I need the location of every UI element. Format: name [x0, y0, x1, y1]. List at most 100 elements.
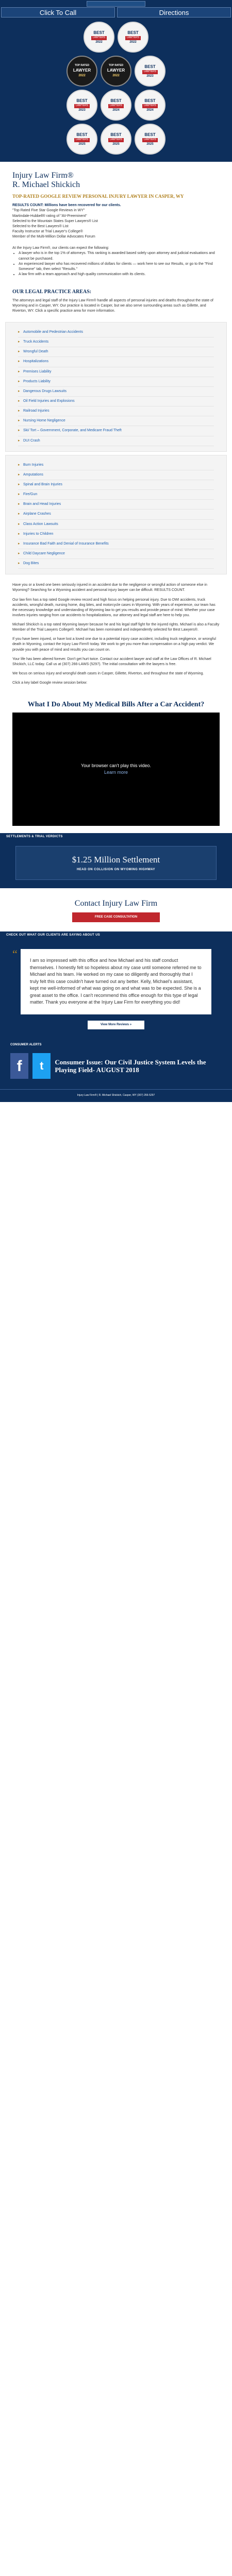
- credential-item: "Top Rated Five Star Google Reviews in W…: [12, 209, 85, 213]
- credential-item: Selected to the Best Lawyers® List: [12, 224, 69, 228]
- results-line: RESULTS COUNT: Millions have been recove…: [12, 204, 121, 208]
- practice-heading: OUR LEGAL PRACTICE AREAS:: [12, 289, 92, 295]
- practice-area-link[interactable]: Injuries to Children: [18, 530, 214, 539]
- about-paragraph: Your life has been altered forever. Don'…: [12, 657, 211, 666]
- hero-subhead: TOP-RATED GOOGLE REVIEW PERSONAL INJURY …: [12, 194, 184, 199]
- practice-area-link[interactable]: Hospitalizations: [18, 357, 214, 367]
- award-badge: BEST LAWYERS 2023: [67, 90, 97, 121]
- practice-area-link[interactable]: Dangerous Drugs Lawsuits: [18, 387, 214, 397]
- practice-section: OUR LEGAL PRACTICE AREAS: The attorneys …: [0, 280, 232, 319]
- credential-item: Member of the Multi-Million Dollar Advoc…: [12, 235, 95, 239]
- practice-area-link[interactable]: Railroad Injuries: [18, 406, 214, 417]
- badge-ribbon-text: LAWYERS: [142, 70, 158, 74]
- expect-intro: At the Injury Law Firm®, our clients can…: [12, 246, 109, 250]
- quote-icon: “: [12, 947, 18, 961]
- about-paragraph: Click a key label Google review session …: [12, 681, 88, 685]
- hero-section: Injury Law Firm® R. Michael Shickich TOP…: [0, 162, 232, 280]
- badge-main-text: LAWYER: [73, 68, 91, 73]
- badge-year: 2022: [112, 74, 120, 78]
- about-paragraph: Michael Shickich is a top rated Wyoming …: [12, 623, 220, 632]
- badge-main-text: BEST: [144, 64, 156, 69]
- award-badge: BEST LAWYERS 2023: [135, 56, 165, 87]
- twitter-icon[interactable]: t: [32, 1053, 51, 1079]
- badge-ribbon-text: LAWYERS: [142, 104, 158, 108]
- practice-body: The attorneys and legal staff of the Inj…: [12, 298, 213, 313]
- badge-main-text: BEST: [110, 98, 122, 103]
- badge-year: 2022: [78, 74, 86, 78]
- practice-area-link[interactable]: Brain and Head Injuries: [18, 500, 214, 510]
- practice-area-link[interactable]: Nursing Home Negligence: [18, 416, 214, 427]
- badge-ribbon-text: LAWYERS: [108, 138, 124, 142]
- consumer-alert-title[interactable]: Consumer Issue: Our Civil Justice System…: [55, 1058, 222, 1074]
- practice-area-link[interactable]: Oil Field Injuries and Explosions: [18, 397, 214, 407]
- learn-more-link[interactable]: Learn more: [81, 769, 151, 776]
- facebook-icon[interactable]: f: [10, 1053, 29, 1079]
- badge-main-text: BEST: [76, 98, 88, 103]
- award-badge: BEST LAWYERS 2025: [101, 124, 131, 155]
- credentials-list: "Top Rated Five Star Google Reviews in W…: [12, 208, 220, 240]
- badge-ribbon-text: LAWYERS: [125, 36, 141, 40]
- video-title: What I Do About My Medical Bills After a…: [27, 701, 205, 709]
- practice-area-link[interactable]: Spinal and Brain Injuries: [18, 480, 214, 490]
- badge-year: 2025: [112, 142, 120, 146]
- attorney-name: R. Michael Shickich: [12, 180, 80, 189]
- badge-year: 2024: [146, 108, 154, 112]
- practice-area-link[interactable]: Airplane Crashes: [18, 510, 214, 520]
- about-section: Have you or a loved one been seriously i…: [0, 578, 232, 695]
- award-badge: BEST LAWYERS 2024: [135, 90, 165, 121]
- video-player[interactable]: Your browser can't play this video. Lear…: [12, 712, 220, 826]
- practice-area-link[interactable]: DUI Crash: [18, 436, 214, 446]
- badge-main-text: BEST: [127, 30, 139, 35]
- practice-area-link[interactable]: Burn Injuries: [18, 461, 214, 470]
- practice-area-link[interactable]: Premises Liability: [18, 367, 214, 377]
- badge-year: 2024: [112, 108, 120, 112]
- about-paragraph: Our law firm has a top rated Google revi…: [12, 598, 216, 617]
- award-badge: BEST LAWYERS 2022: [118, 22, 148, 53]
- badge-top-text: TOP RATED: [108, 64, 124, 67]
- firm-name: Injury Law Firm®: [12, 171, 74, 180]
- about-paragraph: We focus on serious injury and wrongful …: [12, 672, 204, 676]
- badge-ribbon-text: LAWYERS: [91, 36, 107, 40]
- practice-area-link[interactable]: Ski/ Tort – Government, Corporate, and M…: [18, 426, 214, 436]
- top-bar: Click To Call Directions: [0, 0, 232, 19]
- badge-year: 2022: [129, 40, 137, 44]
- award-badge: BEST LAWYERS 2024: [101, 90, 131, 121]
- badge-main-text: BEST: [144, 98, 156, 103]
- practice-area-link[interactable]: Amputations: [18, 470, 214, 480]
- badge-top-text: TOP RATED: [74, 64, 90, 67]
- expect-item: A law firm with a team approach and high…: [19, 272, 220, 277]
- practice-area-link[interactable]: Truck Accidents: [18, 337, 214, 348]
- award-badge: TOP RATED LAWYER 2022: [67, 56, 97, 87]
- badge-main-text: LAWYER: [107, 68, 125, 73]
- reviews-section: “ I am so impressed with this office and…: [0, 939, 232, 1040]
- practice-area-link[interactable]: Class Action Lawsuits: [18, 520, 214, 530]
- settlement-card[interactable]: $1.25 Million Settlement HEAD ON COLLISI…: [15, 845, 217, 880]
- badge-ribbon-text: LAWYERS: [74, 104, 90, 108]
- badge-year: 2025: [146, 142, 154, 146]
- consumer-alerts: CONSUMER ALERTS f t Consumer Issue: Our …: [0, 1039, 232, 1090]
- badge-year: 2023: [146, 74, 154, 78]
- review-card: I am so impressed with this office and h…: [21, 949, 211, 1014]
- directions-button[interactable]: Directions: [117, 7, 231, 18]
- credential-item: Faculty Instructor at Trial Lawyer's Col…: [12, 229, 83, 233]
- practice-area-link[interactable]: Wrongful Death: [18, 347, 214, 358]
- award-badge: BEST LAWYERS 2025: [67, 124, 97, 155]
- practice-area-link[interactable]: Child Daycare Negligence: [18, 549, 214, 560]
- free-consultation-button[interactable]: FREE CASE CONSULTATION: [72, 912, 160, 922]
- practice-area-link[interactable]: Dog Bites: [18, 559, 214, 569]
- contact-title: Contact Injury Law Firm: [74, 899, 158, 908]
- practice-area-link[interactable]: Fire/Gun: [18, 490, 214, 500]
- award-badge: BEST LAWYERS 2025: [135, 124, 165, 155]
- practice-area-link[interactable]: Insurance Bad Faith and Denial of Insura…: [18, 539, 214, 549]
- firm-logo[interactable]: [87, 1, 145, 7]
- expect-item: A lawyer who is in the top 1% of attorne…: [19, 251, 220, 261]
- award-badge: TOP RATED LAWYER 2022: [101, 56, 131, 87]
- credential-item: Martindale-Hubbell® rating of "AV-Preemi…: [12, 214, 87, 218]
- practice-areas-box-1: Automobile and Pedestrian AccidentsTruck…: [5, 321, 227, 452]
- badge-year: 2025: [78, 142, 86, 146]
- about-paragraph: If you have been injured, or have lost a…: [12, 637, 216, 652]
- practice-area-link[interactable]: Products Liability: [18, 377, 214, 387]
- click-to-call-button[interactable]: Click To Call: [1, 7, 115, 18]
- view-more-reviews-button[interactable]: View More Reviews »: [88, 1020, 144, 1029]
- practice-area-link[interactable]: Automobile and Pedestrian Accidents: [18, 328, 214, 338]
